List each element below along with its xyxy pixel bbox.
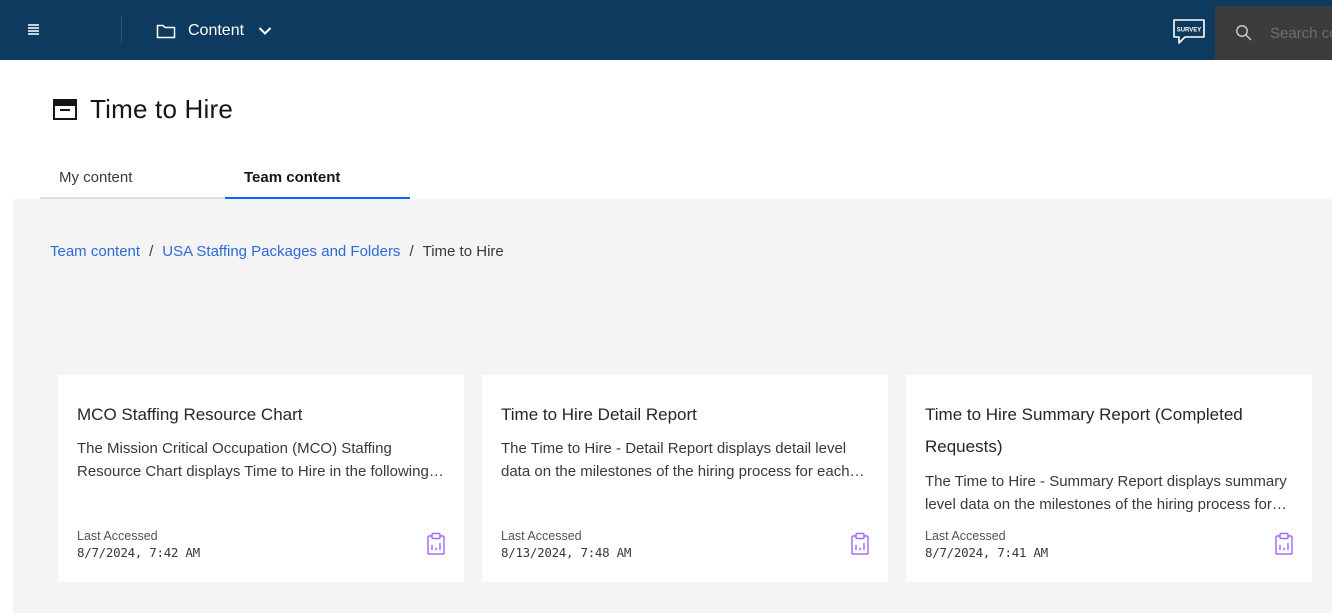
card-title: Time to Hire Summary Report (Completed R… <box>925 405 1243 456</box>
content-menu-label: Content <box>188 22 245 39</box>
breadcrumb-team-content[interactable]: Team content <box>50 243 140 260</box>
last-accessed-label: Last Accessed <box>501 529 582 543</box>
package-icon <box>53 99 77 120</box>
search-box[interactable] <box>1215 6 1332 60</box>
card-title: MCO Staffing Resource Chart <box>77 405 303 424</box>
breadcrumb-current: Time to Hire <box>422 243 504 260</box>
card-description: The Time to Hire - Detail Report display… <box>501 440 850 480</box>
page-title: Time to Hire <box>90 93 234 124</box>
page-header: Time to Hire <box>52 92 233 126</box>
search-input[interactable] <box>1270 22 1332 44</box>
report-card-summary-report[interactable]: Time to Hire Summary Report (Completed R… <box>906 375 1312 582</box>
report-icon[interactable] <box>1274 532 1294 556</box>
breadcrumb-usa-staffing-packages[interactable]: USA Staffing Packages and Folders <box>162 243 400 260</box>
chevron-down-icon <box>258 27 272 35</box>
tab-my-content[interactable]: My content <box>40 160 225 199</box>
top-navigation-bar: Content SURVEY <box>0 0 1332 60</box>
search-icon <box>1236 25 1252 41</box>
header-divider <box>121 16 122 44</box>
last-accessed-label: Last Accessed <box>77 529 158 543</box>
folder-icon <box>156 24 176 39</box>
last-accessed-label: Last Accessed <box>925 529 1006 543</box>
last-accessed-date: 8/13/2024, 7:48 AM <box>501 545 632 560</box>
card-title: Time to Hire Detail Report <box>501 405 697 424</box>
content-menu-button[interactable]: Content <box>156 18 272 44</box>
last-accessed-date: 8/7/2024, 7:41 AM <box>925 545 1048 560</box>
card-description: The Mission Critical Occupation (MCO) St… <box>77 440 429 480</box>
report-card-mco-staffing[interactable]: MCO Staffing Resource Chart The Mission … <box>58 375 464 582</box>
survey-button[interactable]: SURVEY <box>1172 19 1206 45</box>
content-tabs: My content Team content <box>40 160 410 199</box>
report-icon[interactable] <box>850 532 870 556</box>
breadcrumb: Team content / USA Staffing Packages and… <box>50 243 504 260</box>
report-icon[interactable] <box>426 532 446 556</box>
report-card-detail-report[interactable]: Time to Hire Detail Report The Time to H… <box>482 375 888 582</box>
last-accessed-date: 8/7/2024, 7:42 AM <box>77 545 200 560</box>
survey-label: SURVEY <box>1177 28 1202 34</box>
tab-team-content[interactable]: Team content <box>225 160 410 199</box>
card-description: The Time to Hire - Summary Report displa… <box>925 473 1287 513</box>
survey-icon: SURVEY <box>1173 19 1205 44</box>
hamburger-menu-icon[interactable] <box>22 18 46 42</box>
